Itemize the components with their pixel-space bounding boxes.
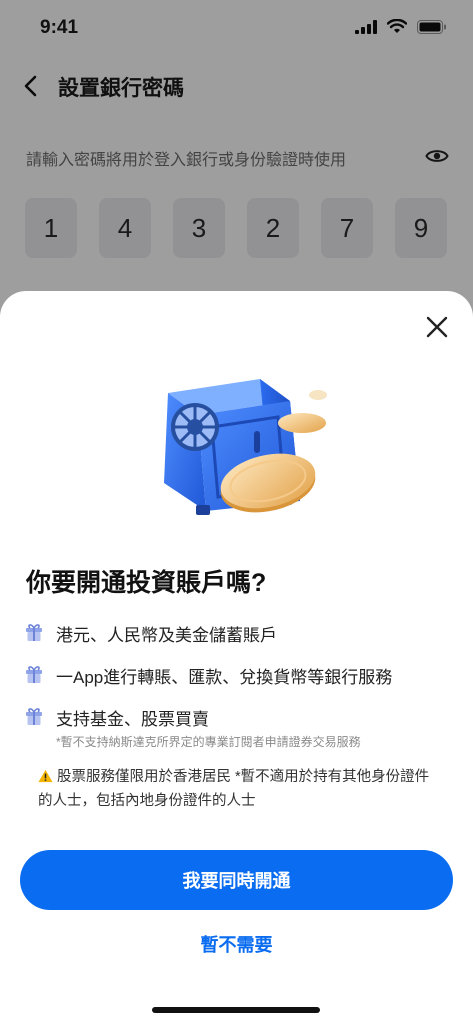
not-now-button[interactable]: 暫不需要 — [0, 931, 473, 957]
feature-footnote: *暫不支持納斯達克所界定的專業訂閱者申請證券交易服務 — [56, 735, 361, 749]
close-icon[interactable] — [425, 315, 449, 339]
sheet-headline: 你要開通投資賬戶嗎? — [26, 569, 267, 597]
gift-icon — [26, 624, 42, 641]
open-both-button[interactable]: 我要同時開通 — [20, 850, 453, 910]
feature-text: 港元、人民幣及美金儲蓄賬戶 — [56, 626, 277, 645]
feature-item: 支持基金、股票買賣 *暫不支持納斯達克所界定的專業訂閱者申請證券交易服務 — [24, 705, 361, 750]
gift-icon — [26, 708, 42, 725]
residency-notice: 股票服務僅限用於香港居民 *暫不適用於持有其他身份證件的人士，包括內地身份證件的… — [38, 765, 438, 813]
home-indicator — [152, 1007, 320, 1013]
feature-item: 一App進行轉賬、匯款、兌換貨幣等銀行服務 — [24, 663, 392, 688]
safe-illustration — [164, 379, 327, 515]
warning-icon — [38, 769, 53, 783]
feature-item: 港元、人民幣及美金儲蓄賬戶 — [24, 621, 277, 646]
bottom-sheet: 你要開通投資賬戶嗎? 港元、人民幣及美金儲蓄賬戶 一App進行轉賬、匯款、兌換貨… — [0, 291, 473, 1024]
feature-text: 一App進行轉賬、匯款、兌換貨幣等銀行服務 — [56, 668, 393, 687]
feature-text: 支持基金、股票買賣 — [56, 710, 209, 729]
gift-icon — [26, 666, 42, 683]
notice-text: 股票服務僅限用於香港居民 *暫不適用於持有其他身份證件的人士，包括內地身份證件的… — [38, 769, 430, 809]
